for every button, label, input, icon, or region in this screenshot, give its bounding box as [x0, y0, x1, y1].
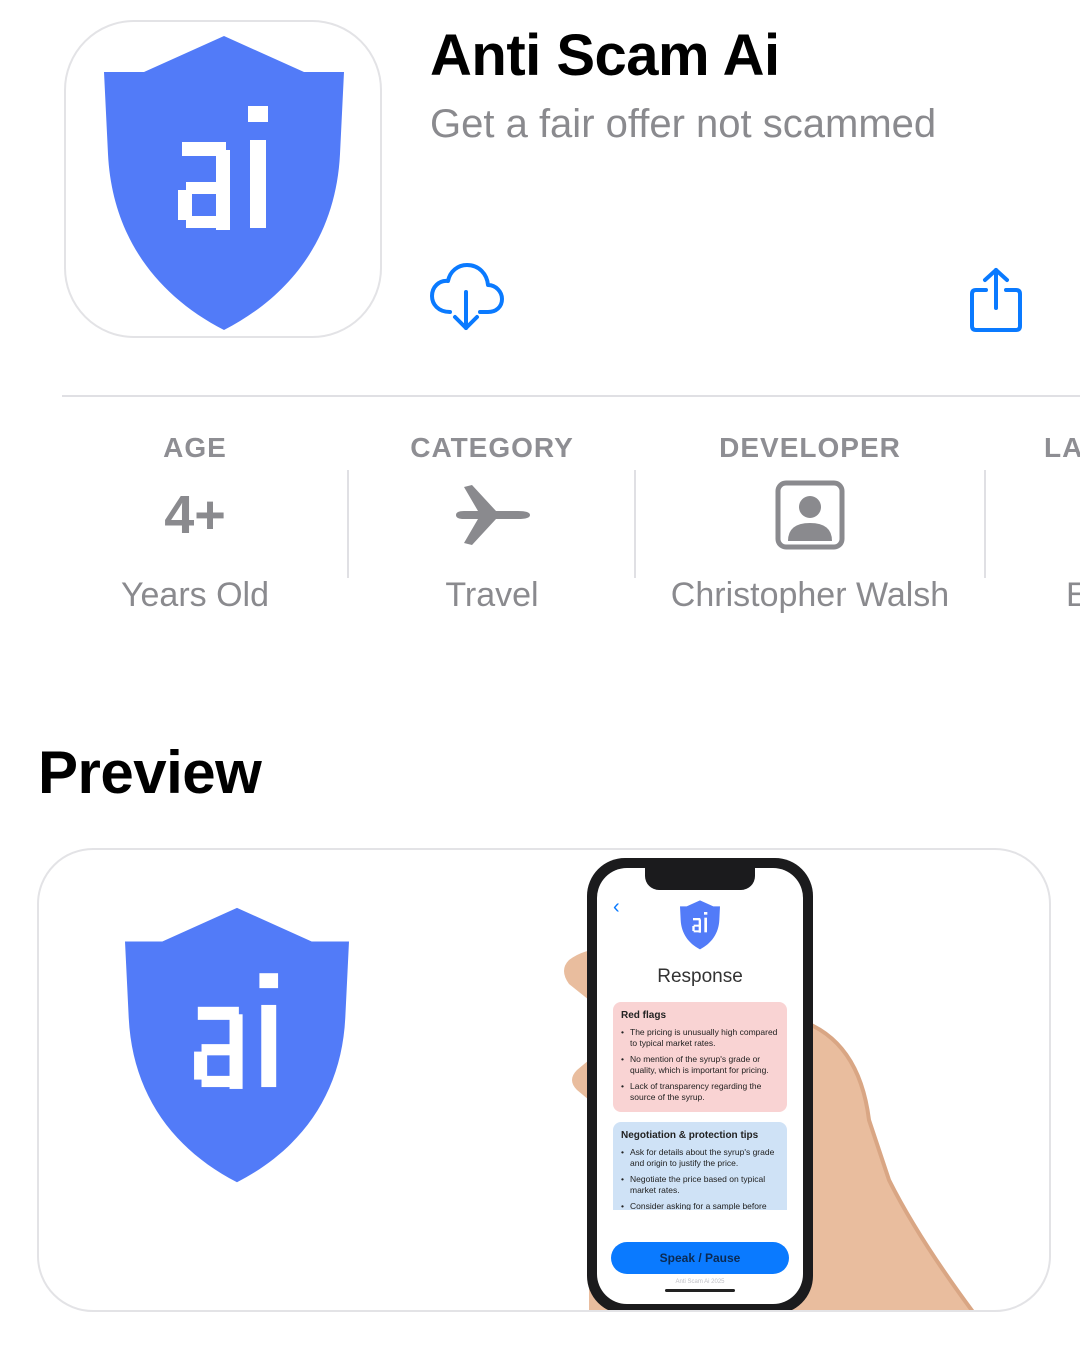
info-language-header: LA — [1044, 432, 1080, 463]
screen-footer: Anti Scam Ai 2025 — [675, 1279, 725, 1285]
info-developer-caption: Christopher Walsh — [670, 576, 950, 614]
red-flags-title: Red flags — [621, 1010, 667, 1021]
tips-card: Negotiation & protection tips Ask for de… — [613, 1122, 787, 1210]
info-category[interactable]: CATEGORY Travel — [352, 432, 632, 615]
phone-mockup: ‹ Response Red flags The pricing is unus… — [587, 858, 813, 1310]
shield-ai-logo — [104, 36, 344, 330]
info-age-header: AGE — [163, 432, 227, 463]
phone-notch — [645, 868, 755, 890]
back-chevron-icon: ‹ — [613, 896, 620, 918]
airplane-icon — [456, 485, 530, 545]
preview-title: Preview — [38, 739, 262, 806]
share-icon — [970, 268, 1022, 332]
red-flag-item: The pricing is unusually high compared t… — [621, 1027, 779, 1049]
info-age-caption: Years Old — [120, 576, 270, 614]
info-separator — [984, 470, 986, 578]
tip-item: Negotiate the price based on typical mar… — [621, 1174, 779, 1196]
shield-ai-logo — [125, 907, 349, 1183]
info-language-caption: E — [1066, 576, 1080, 614]
app-title: Anti Scam Ai — [430, 23, 780, 88]
phone-screen: ‹ Response Red flags The pricing is unus… — [597, 868, 803, 1304]
info-developer[interactable]: DEVELOPER Christopher Walsh — [640, 432, 980, 615]
tips-title: Negotiation & protection tips — [621, 1130, 759, 1141]
tip-item: Consider asking for a sample before — [621, 1201, 779, 1210]
info-separator — [347, 470, 349, 578]
info-age: AGE 4+ Years Old — [64, 432, 326, 615]
app-icon — [64, 20, 382, 338]
app-subtitle: Get a fair offer not scammed — [430, 102, 937, 146]
screen-heading: Response — [657, 966, 743, 987]
speak-pause-button: Speak / Pause — [611, 1242, 789, 1274]
shield-ai-logo — [680, 900, 720, 950]
home-indicator — [665, 1289, 735, 1292]
info-separator — [634, 470, 636, 578]
download-button[interactable] — [428, 262, 506, 334]
preview-screenshot[interactable]: ‹ Response Red flags The pricing is unus… — [37, 848, 1051, 1312]
person-square-icon — [775, 480, 845, 550]
red-flag-item: Lack of transparency regarding the sourc… — [621, 1081, 779, 1103]
info-developer-header: DEVELOPER — [719, 432, 901, 463]
header-divider — [62, 395, 1080, 397]
red-flags-card: Red flags The pricing is unusually high … — [613, 1002, 787, 1112]
info-category-caption: Travel — [445, 576, 539, 614]
tip-item: Ask for details about the syrup's grade … — [621, 1147, 779, 1169]
red-flag-item: No mention of the syrup's grade or quali… — [621, 1054, 779, 1076]
age-rating: 4+ — [164, 485, 226, 545]
share-button[interactable] — [966, 266, 1026, 334]
cloud-download-icon — [430, 263, 504, 330]
info-language[interactable]: LA E — [1044, 432, 1080, 615]
info-category-header: CATEGORY — [410, 432, 574, 463]
